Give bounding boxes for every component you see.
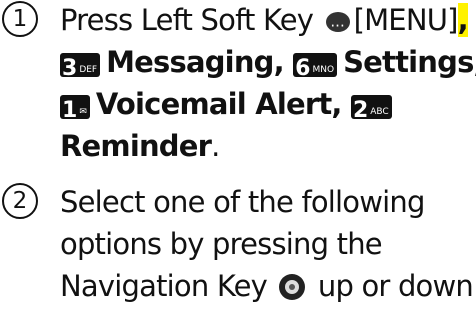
voicemail-symbol-icon: ✉: [79, 107, 87, 117]
reminder-label: Reminder: [60, 129, 212, 163]
step-1-line-3: 1 ✉ Voicemail Alert, 2 ABC: [60, 84, 398, 124]
step-number-2: 2: [2, 183, 38, 219]
navigation-key-label: Navigation Key: [60, 269, 268, 303]
highlighted-comma: ,: [457, 3, 469, 37]
step-2-line-3: Navigation Key up or down:: [60, 266, 476, 306]
step-1-line-4: Reminder.: [60, 126, 220, 166]
step-1-line-2: 3 DEF Messaging, 6 MNO Settings,: [60, 42, 476, 82]
period: .: [211, 129, 220, 163]
key-1-icon: 1 ✉: [60, 95, 90, 123]
key-3-icon: 3 DEF: [60, 53, 101, 81]
instruction-page: 1 Press Left Soft Key [MENU], 3DEFMessag…: [0, 0, 476, 309]
step-number-1: 1: [2, 1, 38, 37]
step-1-text: Press Left Soft Key: [60, 3, 314, 37]
step-1-line-1: Press Left Soft Key [MENU],: [60, 0, 469, 46]
left-soft-key-icon: [325, 6, 350, 46]
settings-label: Settings,: [343, 45, 476, 79]
key-6-icon: 6 MNO: [293, 53, 338, 81]
step-2-line-2: options by pressing the: [60, 227, 383, 261]
menu-label: [MENU]: [353, 3, 459, 37]
key-2-icon: 2 ABC: [350, 95, 392, 123]
messaging-label: Messaging,: [106, 45, 285, 79]
navigation-key-icon: [279, 274, 306, 300]
step-2-line-1: Select one of the following: [60, 185, 425, 219]
direction-text: up or down:: [317, 269, 476, 303]
voicemail-alert-label: Voicemail Alert,: [95, 87, 343, 121]
